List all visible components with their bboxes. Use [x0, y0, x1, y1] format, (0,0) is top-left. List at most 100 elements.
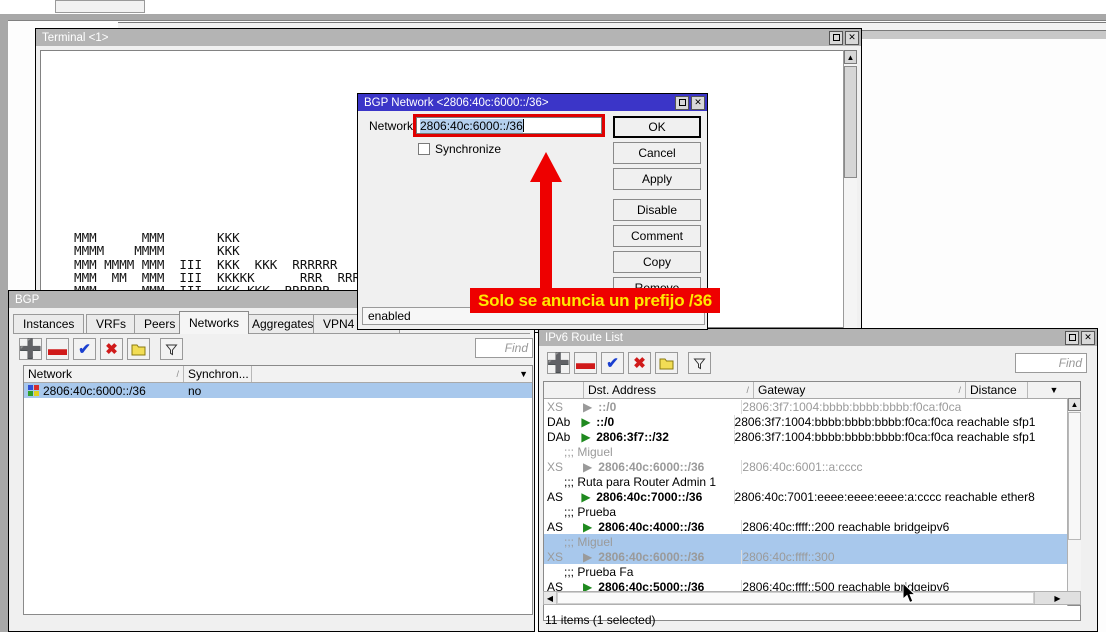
column-header-distance[interactable]: Distance: [966, 382, 1028, 398]
route-comment-row[interactable]: ;;; Ruta para Router Admin 1: [544, 474, 1080, 489]
column-header-flags[interactable]: [544, 382, 584, 398]
cell-dst-address: ::/0: [598, 400, 741, 414]
filter-icon[interactable]: [688, 352, 711, 374]
synchronize-checkbox[interactable]: [418, 143, 430, 155]
cell-dst-address: ::/0: [596, 415, 733, 429]
table-row[interactable]: AS▶2806:40c:7000::/362806:40c:7001:eeee:…: [544, 489, 1080, 504]
routelist-titlebar[interactable]: IPv6 Route List ✕: [539, 329, 1097, 346]
cell-dst-address: 2806:40c:4000::/36: [598, 520, 741, 534]
route-direction-icon: ▶: [576, 490, 596, 504]
filter-icon[interactable]: [160, 338, 183, 360]
add-icon[interactable]: ➕: [547, 352, 570, 374]
text-caret: [523, 119, 524, 132]
cell-network-value: 2806:40c:6000::/36: [43, 384, 146, 398]
terminal-titlebar[interactable]: Terminal <1> ✕: [36, 29, 861, 46]
apply-button[interactable]: Apply: [613, 168, 701, 190]
cell-flags: XS: [544, 550, 577, 564]
close-icon[interactable]: ✕: [691, 96, 705, 110]
chevron-down-icon[interactable]: ▼: [519, 369, 528, 379]
ok-button[interactable]: OK: [613, 116, 701, 138]
column-header-gateway[interactable]: Gateway /: [754, 382, 966, 398]
scrollbar-thumb[interactable]: [844, 66, 857, 178]
column-menu[interactable]: ▼: [252, 366, 532, 382]
table-row[interactable]: DAb▶2806:3f7::/322806:3f7:1004:bbbb:bbbb…: [544, 429, 1080, 444]
route-comment-text: ;;; Miguel: [544, 535, 613, 549]
scroll-right-icon[interactable]: ▶: [1034, 592, 1080, 604]
annotation-arrow-icon: [528, 140, 564, 295]
maximize-icon[interactable]: [1065, 331, 1079, 345]
cell-synchronize: no: [184, 384, 252, 398]
dialog-titlebar-buttons: ✕: [675, 96, 705, 110]
scroll-left-icon[interactable]: ◀: [544, 592, 557, 604]
table-row[interactable]: XS▶2806:40c:6000::/362806:40c:ffff::300: [544, 549, 1080, 564]
synchronize-row[interactable]: Synchronize: [418, 142, 501, 156]
cell-gateway: 2806:3f7:1004:bbbb:bbbb:bbbb:f0ca:f0ca: [741, 400, 1031, 414]
route-comment-text: ;;; Prueba Fa: [544, 565, 633, 579]
column-header-dst-address[interactable]: Dst. Address /: [584, 382, 754, 398]
close-icon[interactable]: ✕: [1081, 331, 1095, 345]
table-row[interactable]: XS▶::/02806:3f7:1004:bbbb:bbbb:bbbb:f0ca…: [544, 399, 1080, 414]
tab-vrfs[interactable]: VRFs: [86, 314, 136, 333]
cell-dst-address: 2806:40c:6000::/36: [598, 550, 741, 564]
sort-indicator-icon: /: [176, 369, 179, 379]
network-input[interactable]: 2806:40c:6000::/36: [416, 117, 602, 134]
maximize-icon[interactable]: [675, 96, 689, 110]
table-row[interactable]: 2806:40c:6000::/36 no: [24, 383, 532, 398]
tab-aggregates[interactable]: Aggregates: [242, 314, 323, 333]
tab-instances[interactable]: Instances: [13, 314, 84, 333]
route-comment-text: ;;; Miguel: [544, 445, 613, 459]
annotation-text: Solo se anuncia un prefijo /36: [470, 288, 720, 313]
cancel-button[interactable]: Cancel: [613, 142, 701, 164]
column-header-synchronize[interactable]: Synchron...: [184, 366, 252, 382]
cell-dst-address: 2806:40c:7000::/36: [596, 490, 733, 504]
dialog-titlebar[interactable]: BGP Network <2806:40c:6000::/36> ✕: [358, 94, 707, 111]
table-row[interactable]: AS▶2806:40c:4000::/362806:40c:ffff::200 …: [544, 519, 1080, 534]
routelist-toolbar: ➕ ▬ ✔ ✖: [547, 351, 711, 375]
route-comment-row[interactable]: ;;; Prueba: [544, 504, 1080, 519]
remove-icon[interactable]: ▬: [574, 352, 597, 374]
chevron-down-icon[interactable]: ▼: [1050, 385, 1059, 395]
routes-horizontal-scrollbar[interactable]: ◀ ▶: [543, 591, 1081, 605]
routes-vertical-scrollbar[interactable]: ▲ ▼: [1067, 398, 1081, 606]
route-comment-row[interactable]: ;;; Miguel: [544, 534, 1080, 549]
column-header-network[interactable]: Network /: [24, 366, 184, 382]
disable-button[interactable]: Disable: [613, 199, 701, 221]
tab-networks[interactable]: Networks: [179, 311, 249, 334]
comment-icon[interactable]: [127, 338, 150, 360]
bgp-find-input[interactable]: Find: [475, 338, 533, 358]
route-comment-row[interactable]: ;;; Miguel: [544, 444, 1080, 459]
horizontal-scrollbar-thumb[interactable]: [557, 592, 1034, 604]
terminal-scrollbar[interactable]: ▲: [843, 50, 857, 328]
bgp-window[interactable]: BGP Instances VRFs Peers Networks Aggreg…: [8, 290, 535, 632]
tab-peers[interactable]: Peers: [134, 314, 185, 333]
close-icon[interactable]: ✕: [845, 31, 859, 45]
table-row[interactable]: DAb▶::/02806:3f7:1004:bbbb:bbbb:bbbb:f0c…: [544, 414, 1080, 429]
enable-icon[interactable]: ✔: [73, 338, 96, 360]
route-comment-row[interactable]: ;;; Prueba Fa: [544, 564, 1080, 579]
cell-flags: DAb: [544, 415, 576, 429]
remove-icon[interactable]: ▬: [46, 338, 69, 360]
sort-indicator-icon: /: [746, 385, 749, 395]
route-direction-icon: ▶: [577, 460, 598, 474]
disable-icon[interactable]: ✖: [628, 352, 651, 374]
route-direction-icon: ▶: [576, 415, 596, 429]
network-input-highlight: 2806:40c:6000::/36: [413, 114, 605, 137]
enable-icon[interactable]: ✔: [601, 352, 624, 374]
routelist-find-input[interactable]: Find: [1015, 353, 1087, 373]
disable-icon[interactable]: ✖: [100, 338, 123, 360]
maximize-icon[interactable]: [829, 31, 843, 45]
copy-button[interactable]: Copy: [613, 251, 701, 273]
routes-table-body[interactable]: XS▶::/02806:3f7:1004:bbbb:bbbb:bbbb:f0ca…: [544, 399, 1080, 603]
vertical-scrollbar-thumb[interactable]: [1068, 412, 1081, 540]
bgp-networks-table[interactable]: Network / Synchron... ▼ 2806:40c:6000::/…: [23, 365, 533, 615]
scroll-up-icon[interactable]: ▲: [1068, 398, 1081, 411]
cell-flags: DAb: [544, 430, 576, 444]
table-row[interactable]: XS▶2806:40c:6000::/362806:40c:6001::a:cc…: [544, 459, 1080, 474]
scroll-up-icon[interactable]: ▲: [844, 50, 857, 64]
routes-table[interactable]: Dst. Address / Gateway / Distance ▼ XS▶:…: [543, 381, 1081, 621]
ipv6-route-list-window[interactable]: IPv6 Route List ✕ ➕ ▬ ✔ ✖ Find D: [538, 328, 1098, 632]
comment-icon[interactable]: [655, 352, 678, 374]
add-icon[interactable]: ➕: [19, 338, 42, 360]
routes-column-menu[interactable]: ▼: [1028, 382, 1080, 398]
comment-button[interactable]: Comment: [613, 225, 701, 247]
